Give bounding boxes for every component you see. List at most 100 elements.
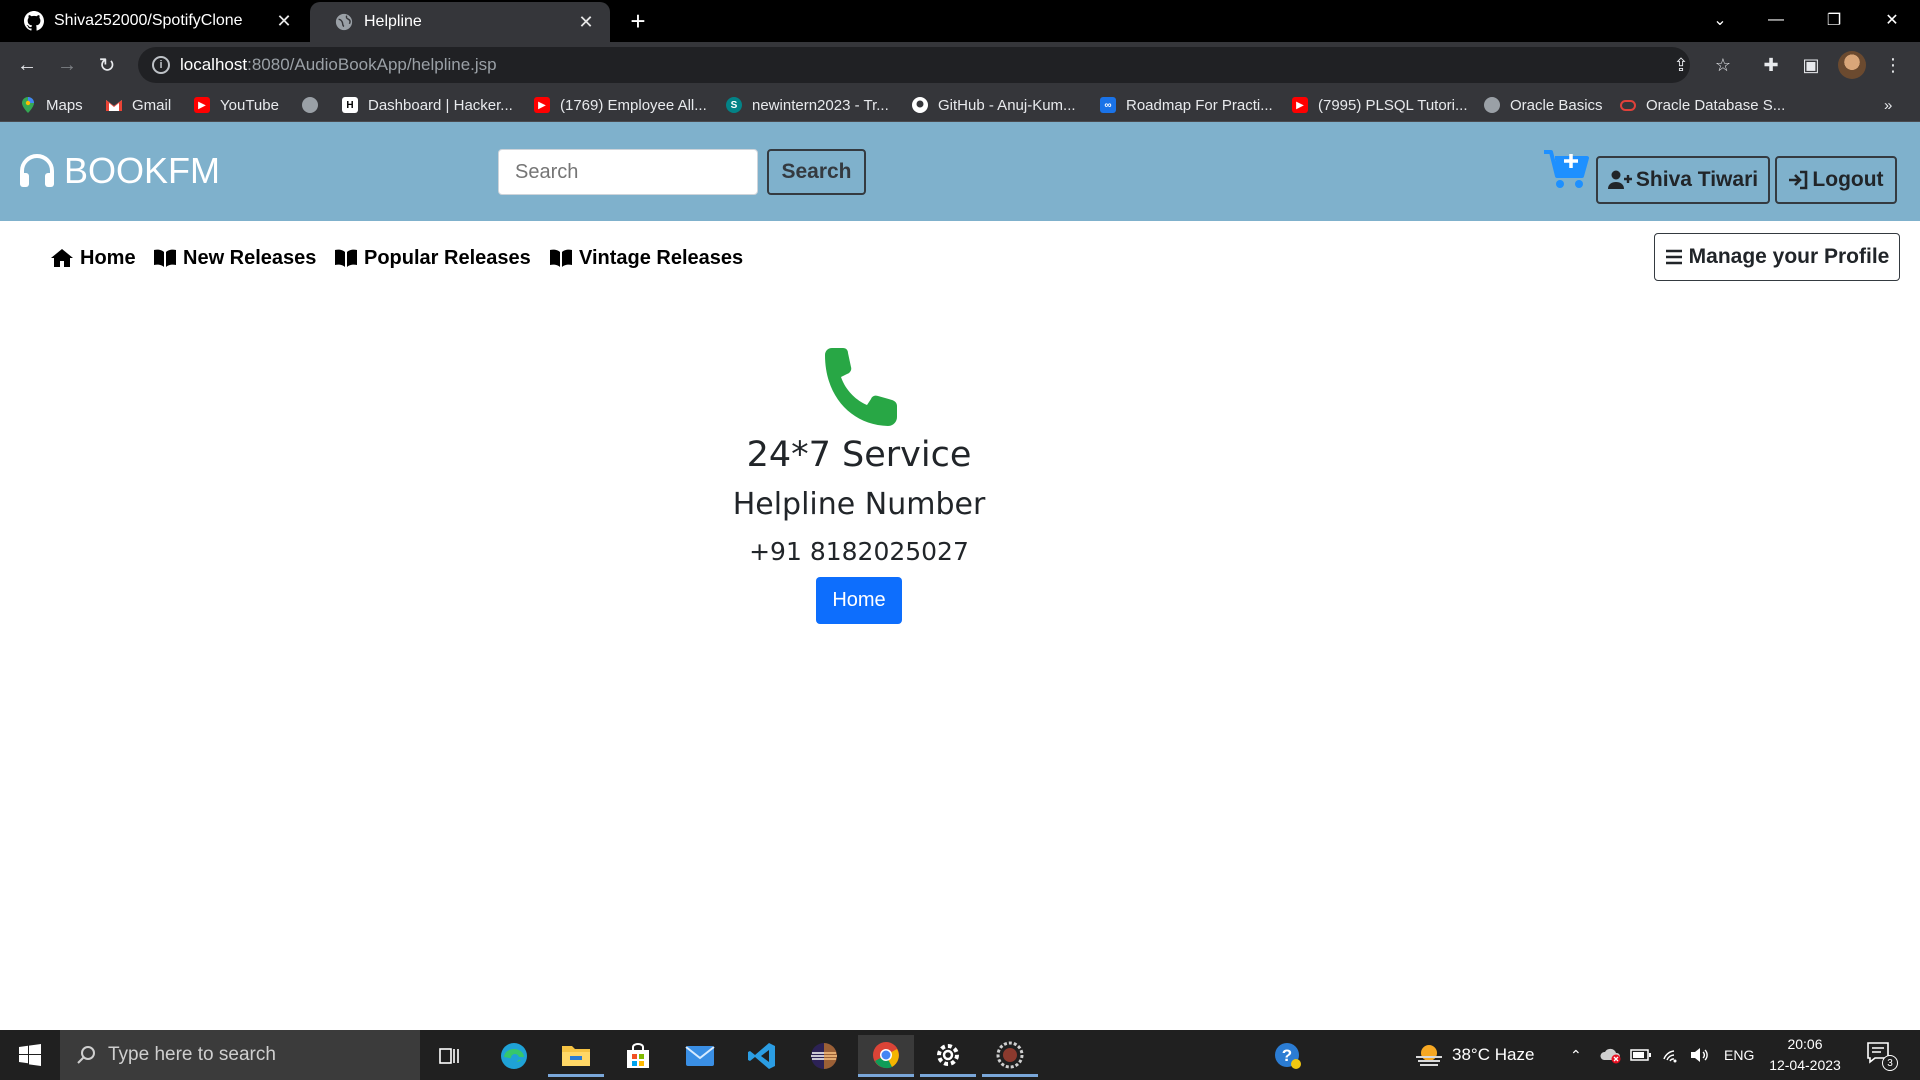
notifications-icon[interactable]: 3: [1866, 1041, 1898, 1071]
nav-link-label: Vintage Releases: [579, 246, 744, 269]
wifi-icon[interactable]: [1662, 1030, 1682, 1080]
bookmark-oracle-basics[interactable]: Oracle Basics: [1484, 94, 1603, 116]
bookmark-label: YouTube: [220, 96, 279, 114]
profile-avatar[interactable]: [1838, 51, 1866, 79]
tab-search-chevron-icon[interactable]: ⌄: [1692, 0, 1748, 40]
headphones-icon: [20, 154, 54, 187]
close-tab-icon[interactable]: ✕: [574, 10, 598, 34]
more-bookmarks-button[interactable]: »: [1884, 94, 1892, 116]
language-indicator[interactable]: ENG: [1724, 1030, 1754, 1080]
new-tab-button[interactable]: +: [624, 6, 652, 36]
bookmark-plsql[interactable]: ▶ (7995) PLSQL Tutori...: [1292, 94, 1468, 116]
clock-time: 20:06: [1787, 1036, 1823, 1052]
user-profile-button[interactable]: Shiva Tiwari: [1596, 156, 1770, 204]
window-close-icon[interactable]: ✕: [1864, 0, 1920, 40]
chrome-icon[interactable]: [858, 1035, 914, 1077]
logout-button[interactable]: Logout: [1775, 156, 1897, 204]
bookmark-hackerrank[interactable]: H Dashboard | Hacker...: [342, 94, 513, 116]
restore-icon[interactable]: ❐: [1806, 0, 1862, 40]
add-to-cart-icon[interactable]: [1542, 146, 1590, 190]
tray-chevron-icon[interactable]: ⌃: [1570, 1030, 1582, 1080]
eclipse-icon[interactable]: [796, 1035, 852, 1077]
manage-profile-label: Manage your Profile: [1688, 245, 1890, 268]
bookmark-youtube[interactable]: ▶ YouTube: [194, 94, 279, 116]
site-info-icon[interactable]: i: [152, 56, 170, 74]
tomcat-icon[interactable]: [982, 1035, 1038, 1077]
notification-count: 3: [1882, 1055, 1898, 1071]
forward-icon[interactable]: →: [52, 50, 82, 80]
nav-link-label: New Releases: [183, 246, 317, 269]
oracle-icon: [1620, 99, 1636, 111]
bookmark-label: GitHub - Anuj-Kum...: [938, 96, 1076, 114]
menu-kebab-icon[interactable]: ⋮: [1878, 50, 1908, 80]
phone-icon: [825, 348, 897, 426]
onedrive-error-icon[interactable]: [1600, 1030, 1622, 1080]
taskbar-search-box[interactable]: Type here to search: [60, 1030, 420, 1080]
home-button[interactable]: Home: [816, 577, 902, 624]
youtube-icon: ▶: [534, 97, 550, 113]
bookmark-star-icon[interactable]: ☆: [1708, 50, 1738, 80]
back-icon[interactable]: ←: [12, 50, 42, 80]
brand-logo[interactable]: BOOKFM: [18, 150, 220, 192]
tab-helpline[interactable]: Helpline ✕: [310, 2, 610, 42]
bookmark-newintern[interactable]: S newintern2023 - Tr...: [726, 94, 889, 116]
file-explorer-icon[interactable]: [548, 1035, 604, 1077]
bookmark-roadmap[interactable]: ∞ Roadmap For Practi...: [1100, 94, 1273, 116]
nav-home[interactable]: Home: [50, 245, 136, 271]
bookmark-globe[interactable]: [302, 94, 328, 116]
weather-widget[interactable]: 38°C Haze: [1414, 1030, 1534, 1080]
close-tab-icon[interactable]: ✕: [272, 9, 296, 33]
help-icon[interactable]: ?: [1260, 1035, 1316, 1077]
helpline-number: +91 8182025027: [749, 537, 969, 566]
address-bar[interactable]: i localhost:8080/AudioBookApp/helpline.j…: [138, 47, 1690, 83]
windows-start-icon[interactable]: [0, 1030, 60, 1080]
url-path: :8080/AudioBookApp/helpline.jsp: [247, 55, 497, 74]
edge-icon[interactable]: [486, 1035, 542, 1077]
minimize-icon[interactable]: —: [1748, 0, 1804, 40]
bookmark-oracle-db[interactable]: Oracle Database S...: [1620, 94, 1785, 116]
battery-icon[interactable]: [1630, 1030, 1652, 1080]
reload-icon[interactable]: ↻: [92, 50, 122, 80]
nav-new-releases[interactable]: New Releases: [153, 245, 316, 271]
share-icon[interactable]: ⇪: [1666, 50, 1696, 80]
youtube-icon: ▶: [194, 97, 210, 113]
helpline-section: 24*7 Service Helpline Number +91 8182025…: [0, 345, 1718, 624]
settings-gear-icon[interactable]: [920, 1035, 976, 1077]
microsoft-store-icon[interactable]: [610, 1035, 666, 1077]
person-plus-icon: [1607, 170, 1632, 190]
maps-icon: [20, 97, 36, 113]
nav-link-label: Popular Releases: [364, 246, 531, 269]
tab-title: Helpline: [364, 13, 422, 30]
nav-vintage-releases[interactable]: Vintage Releases: [549, 245, 743, 271]
tab-spotifyclone[interactable]: Shiva252000/SpotifyClone ✕: [0, 0, 308, 42]
vscode-icon[interactable]: [734, 1035, 790, 1077]
mail-icon[interactable]: [672, 1035, 728, 1077]
windows-taskbar: Type here to search ? 38°C Haze ⌃ ENG 20…: [0, 1030, 1920, 1080]
volume-icon[interactable]: [1690, 1030, 1710, 1080]
bookmark-label: Oracle Database S...: [1646, 96, 1786, 114]
book-icon: [549, 248, 573, 268]
nav-popular-releases[interactable]: Popular Releases: [334, 245, 531, 271]
task-view-icon[interactable]: [422, 1035, 478, 1077]
weather-haze-icon: [1414, 1043, 1444, 1067]
service-title: 24*7 Service: [746, 435, 972, 475]
bookmark-maps[interactable]: Maps: [20, 94, 83, 116]
bookmark-github[interactable]: GitHub - Anuj-Kum...: [912, 94, 1076, 116]
bookmark-employee[interactable]: ▶ (1769) Employee All...: [534, 94, 707, 116]
youtube-icon: ▶: [1292, 97, 1308, 113]
system-clock[interactable]: 20:06 12-04-2023: [1762, 1034, 1848, 1076]
bookmark-gmail[interactable]: Gmail: [106, 94, 171, 116]
side-panel-icon[interactable]: ▣: [1796, 50, 1826, 80]
extensions-icon[interactable]: ✚: [1756, 50, 1786, 80]
gmail-icon: [106, 97, 122, 113]
github-icon: [912, 97, 928, 113]
main-nav: Home New Releases Popular Releases Vinta…: [0, 221, 1920, 291]
browser-tab-bar: Shiva252000/SpotifyClone ✕ Helpline ✕ + …: [0, 0, 1920, 42]
manage-profile-button[interactable]: Manage your Profile: [1654, 233, 1900, 281]
hamburger-menu-icon: [1665, 249, 1683, 265]
taskbar-search-placeholder: Type here to search: [108, 1044, 276, 1065]
globe-icon: [1484, 97, 1500, 113]
search-button[interactable]: Search: [767, 149, 866, 195]
search-input[interactable]: [498, 149, 758, 195]
bookmark-label: Oracle Basics: [1510, 96, 1603, 114]
